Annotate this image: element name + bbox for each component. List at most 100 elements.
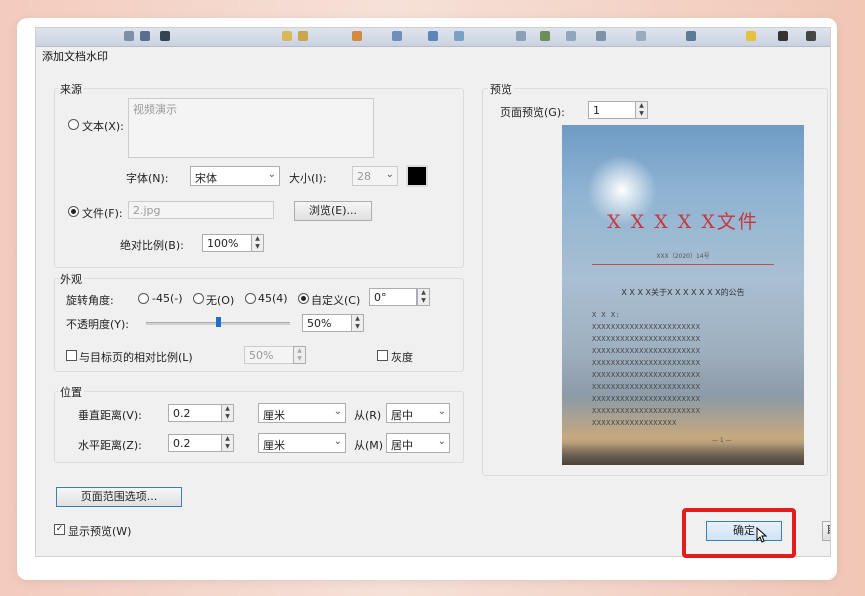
browse-button[interactable]: 浏览(E)... (294, 201, 372, 221)
scale-label: 绝对比例(B): (120, 239, 184, 252)
toolbar-icon[interactable] (540, 31, 550, 41)
grayscale-checkbox[interactable] (377, 350, 388, 361)
horizontal-distance-spinner[interactable]: ▲ ▼ (221, 434, 234, 452)
toolbar-icon[interactable] (806, 31, 816, 41)
vertical-from-label: 从(R) (354, 409, 382, 422)
doc-title: X X X X X文件 (607, 211, 759, 233)
chevron-down-icon: ⌄ (333, 406, 342, 417)
vertical-from-value: 居中 (391, 409, 413, 422)
toolbar-icon[interactable] (392, 31, 402, 41)
toolbar-icon[interactable] (746, 31, 756, 41)
preview-page-image: X X X X X文件 XXX〔2020〕14号 X X X X关于X X X … (562, 125, 804, 465)
font-label: 字体(N): (126, 172, 169, 185)
custom-angle-spinner[interactable]: ▲ ▼ (417, 288, 430, 306)
text-label: 文本(X): (82, 120, 124, 133)
horizontal-unit-select[interactable]: 厘米 ⌄ (258, 433, 346, 453)
page-range-button[interactable]: 页面范围选项... (56, 487, 182, 507)
preview-group-title: 预览 (488, 81, 514, 97)
toolbar-icon[interactable] (124, 31, 134, 41)
font-select[interactable]: 宋体 ⌄ (190, 166, 280, 186)
doc-red-line (592, 264, 774, 265)
horizontal-from-label: 从(M) (354, 439, 384, 452)
rotation-radio-minus45[interactable] (138, 293, 149, 304)
text-radio[interactable] (68, 119, 79, 130)
horizontal-from-value: 居中 (391, 439, 413, 452)
horizontal-distance-label: 水平距离(Z): (78, 439, 142, 452)
chevron-down-icon: ⌄ (333, 436, 342, 447)
toolbar-icon[interactable] (778, 31, 788, 41)
doc-body-line: XXXXXXXXXXXXXXXXXXXXXXX (592, 323, 701, 331)
file-path-input[interactable]: 2.jpg (128, 201, 274, 219)
doc-body-line: XXXXXXXXXXXXXXXXXXXXXXX (592, 383, 701, 391)
toolbar-icon[interactable] (140, 31, 150, 41)
file-label: 文件(F): (82, 207, 123, 220)
appearance-group-title: 外观 (58, 271, 84, 287)
relative-scale-label: 与目标页的相对比例(L) (79, 351, 193, 364)
opacity-slider-thumb[interactable] (216, 317, 221, 327)
toolbar-icon[interactable] (454, 31, 464, 41)
scale-input[interactable]: 100% (202, 234, 252, 252)
doc-first-line: X X X: (592, 311, 621, 319)
horizontal-from-select[interactable]: 居中 ⌄ (386, 433, 450, 453)
doc-body-line: XXXXXXXXXXXXXXXXXX (592, 419, 677, 427)
toolbar-icon[interactable] (428, 31, 438, 41)
rotation-option-minus45: -45(-) (152, 292, 183, 305)
doc-body-line: XXXXXXXXXXXXXXXXXXXXXXX (592, 335, 701, 343)
doc-body-line: XXXXXXXXXXXXXXXXXXXXXXX (592, 347, 701, 355)
chevron-down-icon: ⌄ (385, 169, 394, 180)
color-picker[interactable] (406, 165, 428, 187)
toolbar-icon[interactable] (686, 31, 696, 41)
vertical-distance-spinner[interactable]: ▲ ▼ (221, 404, 234, 422)
show-preview-label: 显示预览(W) (68, 525, 132, 538)
vertical-unit-value: 厘米 (263, 409, 285, 422)
custom-angle-input[interactable]: 0° (369, 288, 417, 306)
font-select-value: 宋体 (195, 172, 217, 185)
cancel-button[interactable]: 取 (822, 521, 830, 541)
page-preview-spinner[interactable]: ▲ ▼ (635, 101, 648, 119)
toolbar-icon[interactable] (516, 31, 526, 41)
chevron-down-icon: ⌄ (267, 169, 276, 180)
rotation-radio-45[interactable] (245, 293, 256, 304)
toolbar-icon[interactable] (160, 31, 170, 41)
vertical-unit-select[interactable]: 厘米 ⌄ (258, 403, 346, 423)
relative-scale-checkbox[interactable] (66, 350, 77, 361)
vertical-from-select[interactable]: 居中 ⌄ (386, 403, 450, 423)
rotation-radio-custom[interactable] (298, 293, 309, 304)
size-label: 大小(I): (289, 172, 327, 185)
size-select[interactable]: 28 ⌄ (352, 166, 398, 186)
opacity-label: 不透明度(Y): (66, 318, 130, 331)
toolbar-icon[interactable] (352, 31, 362, 41)
skyline-silhouette (562, 443, 804, 465)
vertical-distance-input[interactable]: 0.2 (168, 404, 222, 422)
page-preview-input[interactable]: 1 (588, 101, 636, 119)
doc-body-line: XXXXXXXXXXXXXXXXXXXXXXX (592, 359, 701, 367)
chevron-down-icon: ⌄ (437, 406, 446, 417)
doc-body-line: XXXXXXXXXXXXXXXXXXXXXXX (592, 395, 701, 403)
doc-body-line: XXXXXXXXXXXXXXXXXXXXXXX (592, 407, 701, 415)
doc-body-line: XXXXXXXXXXXXXXXXXXXXXXX (592, 371, 701, 379)
show-preview-checkbox[interactable]: ✓ (54, 524, 65, 535)
toolbar-icon[interactable] (282, 31, 292, 41)
position-group-title: 位置 (58, 384, 84, 400)
opacity-spinner[interactable]: ▲ ▼ (351, 314, 364, 332)
toolbar-icon[interactable] (566, 31, 576, 41)
page-preview-label: 页面预览(G): (500, 106, 565, 119)
doc-heading: X X X X关于X X X X X X X的公告 (621, 288, 745, 297)
horizontal-distance-input[interactable]: 0.2 (168, 434, 222, 452)
file-radio[interactable] (68, 206, 79, 217)
opacity-input[interactable]: 50% (302, 314, 352, 332)
size-select-value: 28 (357, 170, 371, 183)
vertical-distance-label: 垂直距离(V): (78, 409, 142, 422)
annotation-highlight-box (682, 508, 796, 558)
watermark-text-input[interactable]: 视频演示 (128, 98, 374, 158)
relative-scale-input[interactable]: 50% (244, 346, 294, 364)
chevron-down-icon: ⌄ (437, 436, 446, 447)
toolbar-icon[interactable] (636, 31, 646, 41)
toolbar-icon[interactable] (596, 31, 606, 41)
toolbar-icon[interactable] (298, 31, 308, 41)
dialog-title: 添加文档水印 (42, 50, 108, 63)
rotation-option-custom: 自定义(C) (311, 294, 361, 307)
scale-spinner[interactable]: ▲ ▼ (251, 234, 264, 252)
rotation-radio-none[interactable] (193, 293, 204, 304)
relative-scale-spinner[interactable]: ▲ ▼ (293, 346, 306, 364)
